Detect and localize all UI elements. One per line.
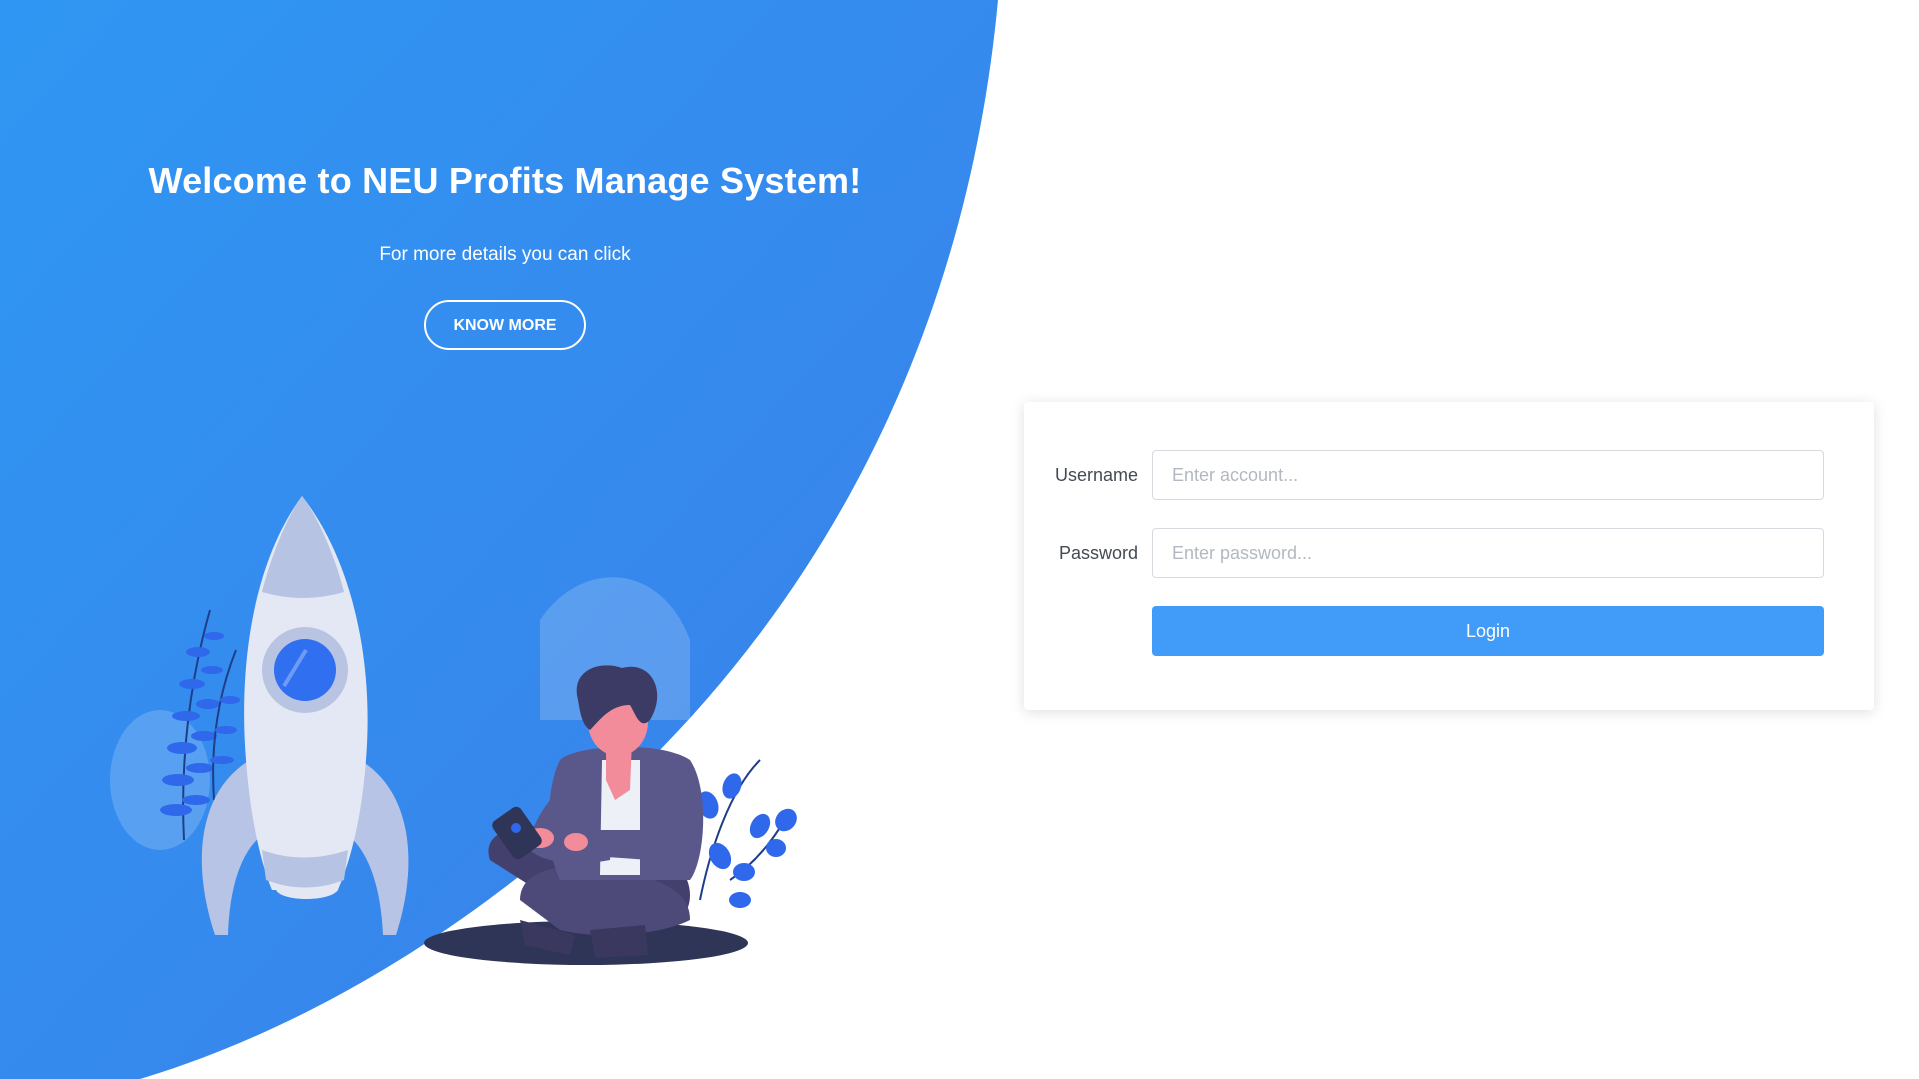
username-input[interactable] bbox=[1152, 450, 1824, 500]
hero-title: Welcome to NEU Profits Manage System! bbox=[148, 160, 862, 201]
hero-section: Welcome to NEU Profits Manage System! Fo… bbox=[0, 160, 1010, 350]
password-label: Password bbox=[1058, 543, 1138, 563]
hero-subtitle: For more details you can click bbox=[379, 244, 631, 265]
know-more-button[interactable]: KNOW MORE bbox=[424, 300, 586, 350]
password-row: Password bbox=[1024, 528, 1874, 578]
username-row: Username bbox=[1024, 450, 1874, 500]
username-label: Username bbox=[1054, 465, 1138, 485]
login-button-row: Login bbox=[1024, 606, 1874, 656]
login-page: Welcome to NEU Profits Manage System! Fo… bbox=[0, 0, 1919, 1079]
login-button[interactable]: Login bbox=[1152, 606, 1824, 656]
login-form-card: Username Password Login bbox=[1024, 402, 1874, 710]
password-input[interactable] bbox=[1152, 528, 1824, 578]
